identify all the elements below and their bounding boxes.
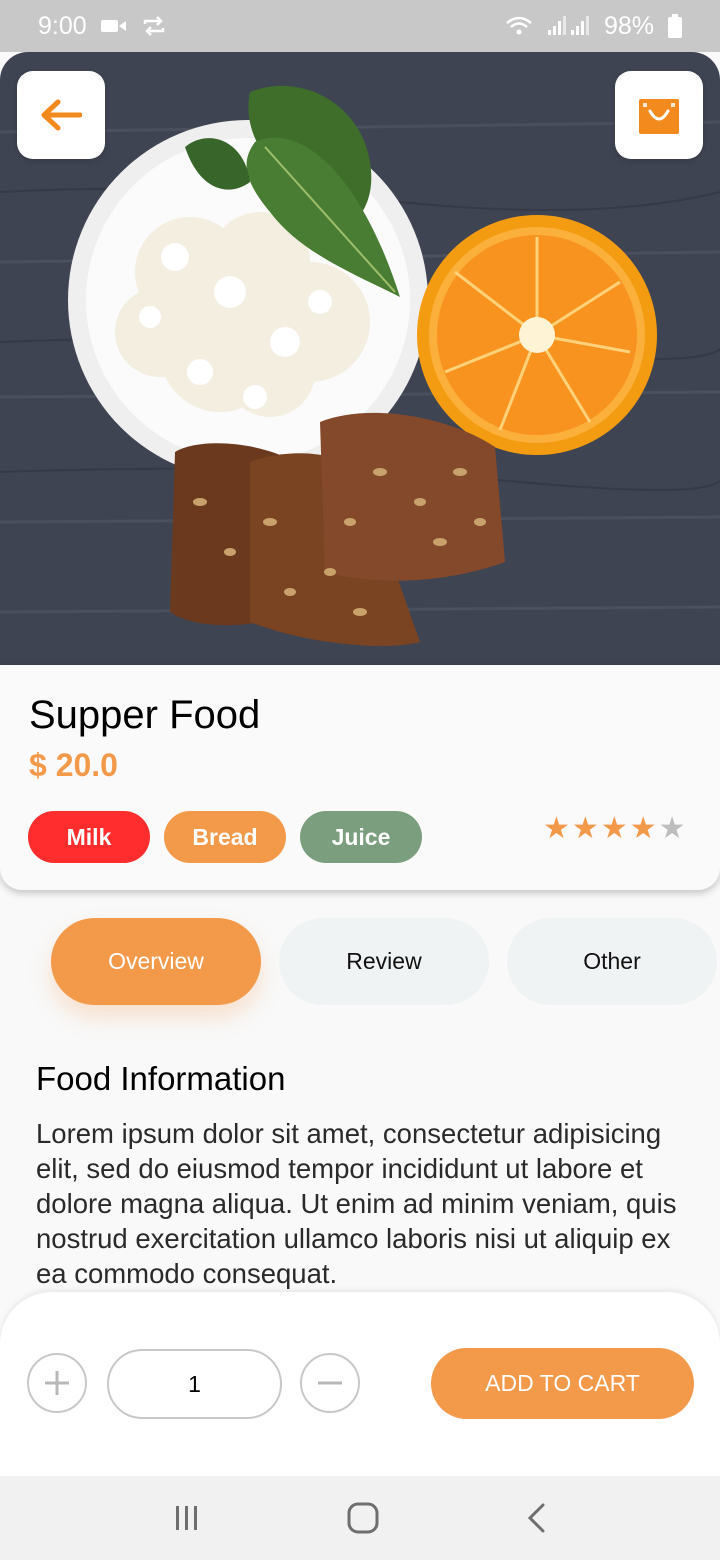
tab-bar: Overview Review Other xyxy=(51,918,717,1005)
star-icon: ★ xyxy=(629,812,657,845)
tag-juice[interactable]: Juice xyxy=(300,811,422,863)
product-info-card: Supper Food $ 20.0 Milk Bread Juice ★ ★ ★ ★… xyxy=(0,665,720,890)
star-rating: ★ ★ ★ ★ ★ xyxy=(543,811,686,846)
back-arrow-icon xyxy=(41,99,82,131)
section-heading: Food Information xyxy=(36,1060,286,1097)
back-icon[interactable] xyxy=(525,1503,547,1533)
star-icon: ★ xyxy=(543,812,570,845)
cart-panel: 1 ADD TO CART xyxy=(0,1292,720,1476)
food-illustration xyxy=(0,52,720,665)
system-nav-bar xyxy=(0,1476,720,1560)
status-time: 9:00 xyxy=(38,11,87,40)
product-price: $ 20.0 xyxy=(29,747,118,783)
back-button[interactable] xyxy=(17,71,105,159)
section-body: Lorem ipsum dolor sit amet, consectetur … xyxy=(36,1118,677,1289)
battery-icon xyxy=(668,14,682,38)
wifi-icon xyxy=(506,16,532,35)
add-to-cart-button[interactable]: ADD TO CART xyxy=(431,1348,694,1419)
increase-quantity-button[interactable] xyxy=(27,1353,87,1413)
plus-icon xyxy=(45,1371,69,1395)
tab-review[interactable]: Review xyxy=(279,918,489,1005)
video-icon xyxy=(100,20,126,32)
quantity-field[interactable]: 1 xyxy=(107,1349,282,1419)
status-left: 9:00 xyxy=(38,12,167,41)
tab-overview[interactable]: Overview xyxy=(51,918,261,1005)
battery-percent: 98% xyxy=(603,11,654,40)
star-icon: ★ xyxy=(600,812,628,845)
star-icon: ★ xyxy=(658,812,686,845)
decrease-quantity-button[interactable] xyxy=(300,1353,360,1413)
tab-other[interactable]: Other xyxy=(507,918,717,1005)
minus-icon xyxy=(318,1381,342,1385)
shopping-bag-icon xyxy=(639,99,679,134)
product-image xyxy=(0,52,720,665)
tag-bread[interactable]: Bread xyxy=(164,811,286,863)
star-icon: ★ xyxy=(571,812,599,845)
product-title: Supper Food xyxy=(29,693,261,737)
status-right: 98% xyxy=(506,12,682,41)
status-bar: 9:00 98% xyxy=(0,0,720,52)
cart-button[interactable] xyxy=(615,71,703,159)
recent-apps-icon[interactable] xyxy=(173,1504,201,1532)
signal-icon xyxy=(547,16,589,35)
tag-milk[interactable]: Milk xyxy=(28,811,150,863)
sync-icon xyxy=(143,16,164,36)
tag-list: Milk Bread Juice xyxy=(28,811,422,863)
home-icon[interactable] xyxy=(347,1502,379,1534)
